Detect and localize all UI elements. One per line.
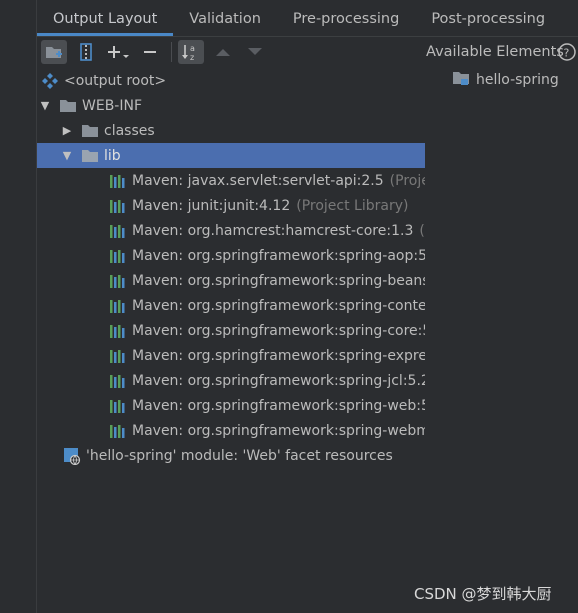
tree-item-library[interactable]: Maven: org.springframework:spring-webmv xyxy=(37,418,425,443)
sort-icon: a z xyxy=(182,44,195,61)
library-suffix: (Project Library) xyxy=(296,197,409,214)
folder-icon xyxy=(80,148,100,164)
tree-item-classes[interactable]: ▶ classes xyxy=(37,118,425,143)
tree-item-library[interactable]: Maven: org.springframework:spring-beans:… xyxy=(37,268,425,293)
tab-bar: Output Layout Validation Pre-processing … xyxy=(37,0,578,37)
web-inf-label: WEB-INF xyxy=(82,97,142,114)
tab-post-processing[interactable]: Post-processing xyxy=(415,2,561,36)
expand-arrow-icon[interactable]: ▼ xyxy=(60,149,74,162)
library-label: Maven: org.springframework:spring-web:5.… xyxy=(132,397,425,414)
svg-text:a: a xyxy=(190,44,195,53)
library-suffix: (Pro xyxy=(419,222,425,239)
lib-label: lib xyxy=(104,147,121,164)
help-button[interactable]: ? xyxy=(557,42,577,62)
library-label: Maven: org.springframework:spring-contex… xyxy=(132,297,425,314)
help-icon: ? xyxy=(558,43,576,61)
tree-item-lib[interactable]: ▼ lib xyxy=(37,143,425,168)
collapse-arrow-icon[interactable]: ▶ xyxy=(60,124,74,137)
output-layout-tree: <output root> ▼ WEB-INF ▶ classes ▼ lib … xyxy=(37,68,425,488)
output-root-icon xyxy=(40,72,60,89)
library-icon xyxy=(108,248,128,264)
library-label: Maven: org.springframework:spring-jcl:5.… xyxy=(132,372,425,389)
remove-icon xyxy=(144,51,156,53)
output-root-label: <output root> xyxy=(64,72,167,89)
expand-arrow-icon[interactable]: ▼ xyxy=(38,99,52,112)
create-archive-button[interactable] xyxy=(73,40,99,64)
add-button[interactable] xyxy=(105,40,131,64)
tree-item-library[interactable]: Maven: junit:junit:4.12 (Project Library) xyxy=(37,193,425,218)
tab-pre-processing[interactable]: Pre-processing xyxy=(277,2,415,36)
library-icon xyxy=(108,198,128,214)
library-icon xyxy=(108,398,128,414)
library-icon xyxy=(108,173,128,189)
facet-resources-label: 'hello-spring' module: 'Web' facet resou… xyxy=(86,447,393,464)
library-label: Maven: org.springframework:spring-beans:… xyxy=(132,272,425,289)
library-suffix: (Project L xyxy=(389,172,425,189)
new-folder-button[interactable] xyxy=(41,40,67,64)
left-tool-strip xyxy=(0,0,37,613)
svg-text:?: ? xyxy=(564,47,570,60)
library-icon xyxy=(108,298,128,314)
module-folder-icon xyxy=(452,70,470,90)
classes-label: classes xyxy=(104,122,155,139)
library-label: Maven: org.springframework:spring-aop:5.… xyxy=(132,247,425,264)
tree-item-library[interactable]: Maven: org.springframework:spring-core:5… xyxy=(37,318,425,343)
tab-validation[interactable]: Validation xyxy=(173,2,277,36)
library-list: Maven: javax.servlet:servlet-api:2.5 (Pro… xyxy=(37,168,425,443)
toolbar-separator xyxy=(171,42,172,62)
tree-item-library[interactable]: Maven: org.springframework:spring-aop:5.… xyxy=(37,243,425,268)
tree-item-facet-resources[interactable]: 'hello-spring' module: 'Web' facet resou… xyxy=(37,443,425,468)
tree-item-output-root[interactable]: <output root> xyxy=(37,68,425,93)
folder-icon xyxy=(80,123,100,139)
library-label: Maven: org.springframework:spring-webmv xyxy=(132,422,425,439)
library-icon xyxy=(108,423,128,439)
tree-item-library[interactable]: Maven: org.springframework:spring-jcl:5.… xyxy=(37,368,425,393)
tree-item-library[interactable]: Maven: org.springframework:spring-expres… xyxy=(37,343,425,368)
library-label: Maven: org.hamcrest:hamcrest-core:1.3 xyxy=(132,222,414,239)
library-label: Maven: junit:junit:4.12 xyxy=(132,197,291,214)
sort-button[interactable]: a z xyxy=(178,40,204,64)
library-icon xyxy=(108,348,128,364)
available-item-hello-spring[interactable]: hello-spring xyxy=(452,70,559,90)
tree-item-library[interactable]: Maven: org.hamcrest:hamcrest-core:1.3 (Pr… xyxy=(37,218,425,243)
web-facet-icon xyxy=(62,447,82,465)
available-elements-title: Available Elements xyxy=(426,44,564,60)
library-icon xyxy=(108,373,128,389)
archive-icon xyxy=(80,43,92,61)
library-label: Maven: org.springframework:spring-expres… xyxy=(132,347,425,364)
library-label: Maven: org.springframework:spring-core:5… xyxy=(132,322,425,339)
tab-more[interactable]: Ma xyxy=(561,2,578,36)
move-up-button[interactable] xyxy=(210,40,236,64)
new-folder-icon xyxy=(46,47,62,58)
library-icon xyxy=(108,223,128,239)
library-icon xyxy=(108,323,128,339)
svg-text:z: z xyxy=(190,53,194,61)
library-icon xyxy=(108,273,128,289)
remove-button[interactable] xyxy=(137,40,163,64)
move-up-icon xyxy=(216,49,230,56)
tree-item-library[interactable]: Maven: org.springframework:spring-contex… xyxy=(37,293,425,318)
tab-output-layout[interactable]: Output Layout xyxy=(37,2,174,36)
move-down-icon xyxy=(248,48,262,55)
tree-item-web-inf[interactable]: ▼ WEB-INF xyxy=(37,93,425,118)
tree-item-library[interactable]: Maven: org.springframework:spring-web:5.… xyxy=(37,393,425,418)
move-down-button[interactable] xyxy=(242,40,268,64)
tree-item-library[interactable]: Maven: javax.servlet:servlet-api:2.5 (Pro… xyxy=(37,168,425,193)
add-icon xyxy=(108,46,129,58)
library-label: Maven: javax.servlet:servlet-api:2.5 xyxy=(132,172,384,189)
available-item-label: hello-spring xyxy=(476,72,559,88)
folder-icon xyxy=(58,98,78,114)
toolbar: a z xyxy=(37,37,429,67)
watermark: CSDN @梦到韩大厨 xyxy=(414,585,552,603)
